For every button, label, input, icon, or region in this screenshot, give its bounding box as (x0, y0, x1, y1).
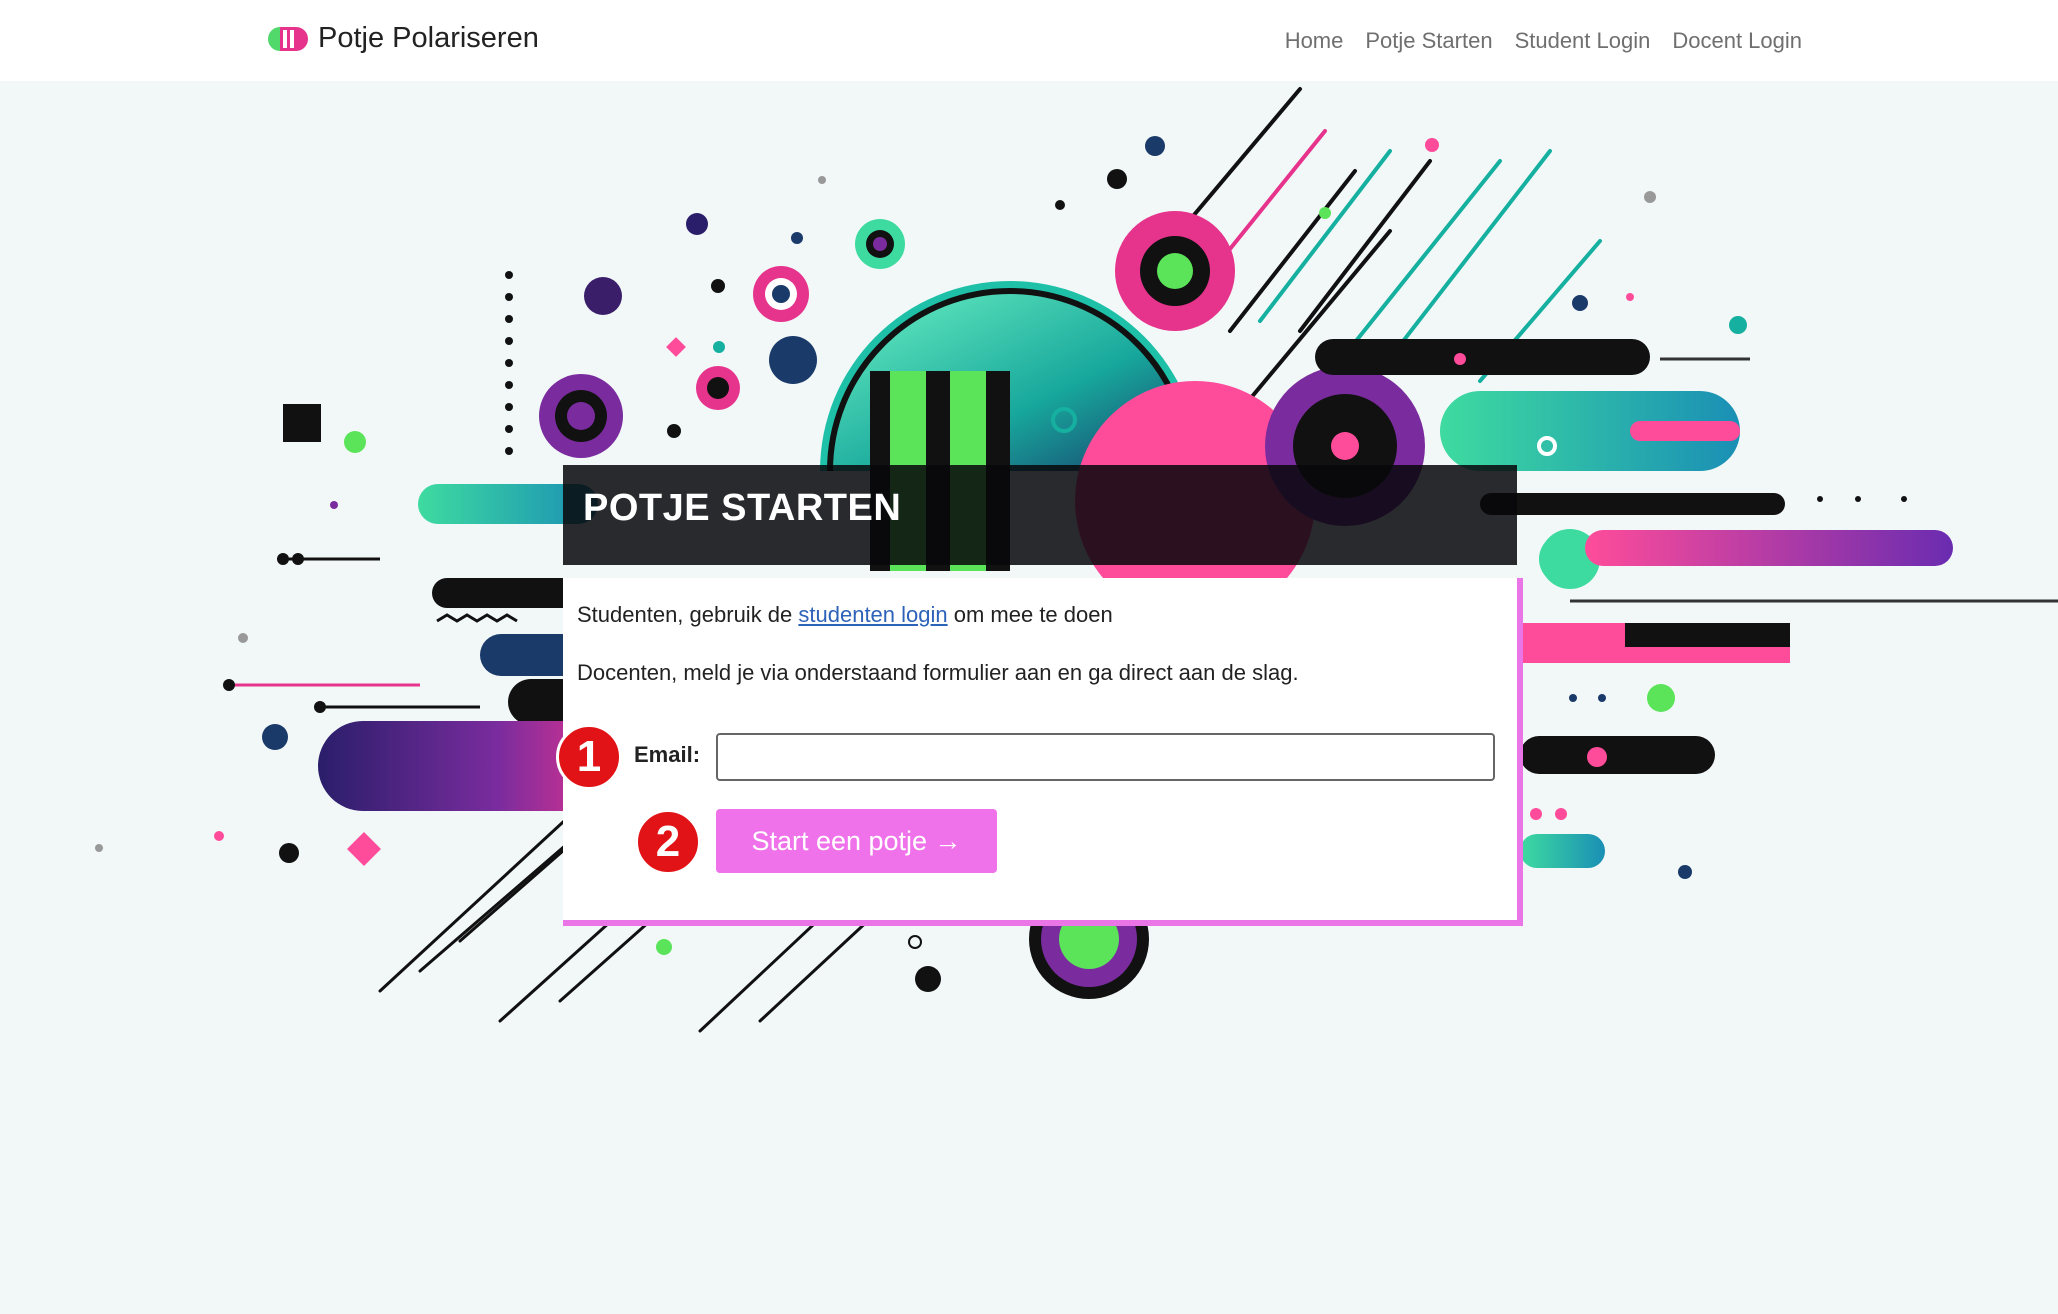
nav-link-student-login[interactable]: Student Login (1515, 28, 1651, 54)
panel-header: POTJE STARTEN (563, 465, 1517, 565)
main-nav: Home Potje Starten Student Login Docent … (1285, 28, 1802, 54)
start-game-button[interactable]: Start een potje → (716, 809, 997, 873)
brand-logo-icon (266, 25, 310, 53)
navbar: Potje Polariseren Home Potje Starten Stu… (0, 0, 2058, 81)
students-login-link[interactable]: studenten login (798, 602, 947, 627)
brand-link[interactable]: Potje Polariseren (266, 22, 539, 55)
students-text-after: om mee te doen (947, 602, 1113, 627)
teachers-info-text: Docenten, meld je via onderstaand formul… (577, 660, 1299, 685)
nav-link-home[interactable]: Home (1285, 28, 1344, 54)
brand-name: Potje Polariseren (318, 22, 539, 54)
nav-link-docent-login[interactable]: Docent Login (1672, 28, 1802, 54)
annotation-marker-1: 1 (556, 724, 622, 790)
email-label: Email: (634, 742, 701, 767)
students-info-text: Studenten, gebruik de studenten login om… (577, 602, 1113, 628)
page-title: POTJE STARTEN (583, 487, 902, 529)
nav-link-potje-starten[interactable]: Potje Starten (1365, 28, 1492, 54)
annotation-marker-2: 2 (635, 809, 701, 875)
students-text-before: Studenten, gebruik de (577, 602, 799, 627)
email-field[interactable] (716, 733, 1495, 781)
start-game-panel: Studenten, gebruik de studenten login om… (563, 578, 1523, 926)
